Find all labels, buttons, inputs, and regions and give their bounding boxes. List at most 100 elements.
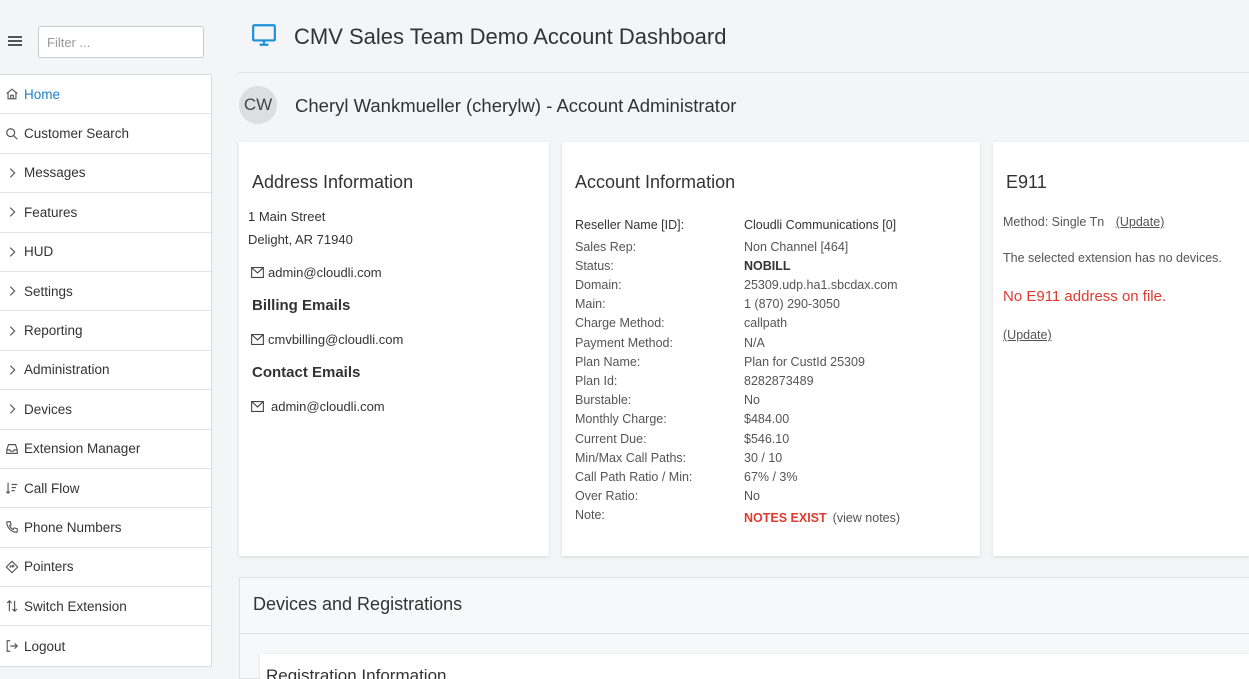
account-title: Account Information [575,172,736,192]
address-city: Delight, AR 71940 [248,232,353,247]
row-value: callpath [744,316,788,330]
sidebar-item-label: Logout [24,638,66,654]
sidebar-item-logout[interactable]: Logout [0,626,211,665]
filter-input[interactable] [38,26,204,58]
contact-email-row: admin@cloudli.com [251,399,385,414]
row-value: Non Channel [464] [744,240,849,254]
sidebar-item-hud[interactable]: HUD [0,233,211,272]
row-key: Call Path Ratio / Min: [575,470,693,484]
devices-panel: Devices and Registrations Registration I… [239,577,1249,679]
row-key: Note: [575,508,605,522]
header-divider [238,72,1249,73]
row-key: Reseller Name [ID]: [575,218,685,232]
row-key: Over Ratio: [575,489,639,503]
row-value: $484.00 [744,412,790,426]
row-value: $546.10 [744,432,790,446]
logout-icon [5,639,19,653]
sidebar-item-label: Features [24,204,78,220]
e911-alert: No E911 address on file. [1003,288,1167,305]
row-value: 30 / 10 [744,451,783,465]
e911-method-row: Method: Single Tn (Update) [1003,215,1164,229]
sidebar-item-messages[interactable]: Messages [0,154,211,194]
sort-icon [5,481,19,495]
row-value: Plan for CustId 25309 [744,355,865,369]
sidebar-item-label: Settings [24,283,73,299]
row-value: No [744,489,760,503]
sidebar-item-home[interactable]: Home [0,75,211,115]
billing-emails-heading: Billing Emails [252,297,351,314]
e911-update-link[interactable]: (Update) [1116,215,1165,229]
address-card: Address Information 1 Main Street Deligh… [239,142,549,556]
search-icon [5,127,19,141]
e911-address-update-link[interactable]: (Update) [1003,328,1052,342]
monitor-icon [251,22,277,48]
sidebar-item-label: Reporting [24,323,83,339]
row-value: No [744,393,760,407]
row-key: Current Due: [575,432,647,446]
chevron-right-icon [5,205,19,219]
sidebar-item-label: Pointers [24,559,74,575]
mail-icon [251,401,264,412]
sidebar-item-call-flow[interactable]: Call Flow [0,469,211,509]
sidebar-item-customer-search[interactable]: Customer Search [0,114,211,154]
sidebar-item-administration[interactable]: Administration [0,351,211,391]
sidebar-item-pointers[interactable]: Pointers [0,548,211,588]
home-icon [5,87,19,101]
sidebar-item-extension-manager[interactable]: Extension Manager [0,430,211,469]
address-street: 1 Main Street [248,209,326,224]
sidebar-item-label: Extension Manager [24,441,141,457]
sidebar-nav: Home Customer Search Messages Features H… [0,74,212,667]
sidebar-item-label: Home [24,86,61,102]
account-card: Account Information Reseller Name [ID]: C… [562,142,980,556]
row-key: Charge Method: [575,316,665,330]
sidebar-item-features[interactable]: Features [0,193,211,233]
row-key: Plan Id: [575,374,618,388]
row-value: 1 (870) 290-3050 [744,297,840,311]
sidebar-item-label: Switch Extension [24,598,127,614]
sidebar-item-label: Messages [24,165,86,181]
e911-method: Method: Single Tn [1003,215,1105,229]
row-key: Payment Method: [575,336,673,350]
e911-title: E911 [1006,172,1047,192]
row-value: 67% / 3% [744,470,798,484]
inbox-icon [5,442,19,456]
sidebar-item-label: Devices [24,401,73,417]
sidebar-item-settings[interactable]: Settings [0,272,211,312]
row-value: N/A [744,336,765,350]
chevron-right-icon [5,324,19,338]
view-notes-link[interactable]: (view notes) [833,511,900,525]
chevron-right-icon [5,166,19,180]
mail-icon [251,267,264,278]
e911-card: E911 Method: Single Tn (Update) The sele… [993,142,1249,556]
row-key: Domain: [575,278,622,292]
sidebar-item-switch-extension[interactable]: Switch Extension [0,587,211,627]
sidebar-item-label: Customer Search [24,126,130,142]
phone-icon [5,520,19,534]
row-key: Main: [575,297,606,311]
row-value: Cloudli Communications [0] [744,218,897,232]
status-value: NOBILL [744,259,791,273]
user-info: Cheryl Wankmueller (cherylw) - Account A… [295,95,737,116]
chevron-right-icon [5,363,19,377]
contact-email: admin@cloudli.com [271,399,385,414]
sidebar-item-devices[interactable]: Devices [0,390,211,430]
mail-icon [251,334,264,345]
sidebar: Home Customer Search Messages Features H… [0,0,212,679]
e911-update-row: (Update) [1003,328,1052,342]
devices-title: Devices and Registrations [253,594,463,614]
row-key: Sales Rep: [575,240,637,254]
devices-divider [240,633,1249,634]
sidebar-item-reporting[interactable]: Reporting [0,311,211,351]
notes-exist-badge: NOTES EXIST [744,511,827,525]
sidebar-item-label: Administration [24,362,110,378]
diamond-icon [5,560,19,574]
billing-email-row: cmvbilling@cloudli.com [251,332,403,347]
sidebar-item-label: HUD [24,244,54,260]
registration-title: Registration Information [266,666,447,679]
sidebar-item-phone-numbers[interactable]: Phone Numbers [0,508,211,548]
sidebar-item-label: Phone Numbers [24,519,122,535]
hamburger-menu-icon[interactable] [8,36,22,46]
chevron-right-icon [5,284,19,298]
row-key: Min/Max Call Paths: [575,451,687,465]
sidebar-item-label: Call Flow [24,480,80,496]
